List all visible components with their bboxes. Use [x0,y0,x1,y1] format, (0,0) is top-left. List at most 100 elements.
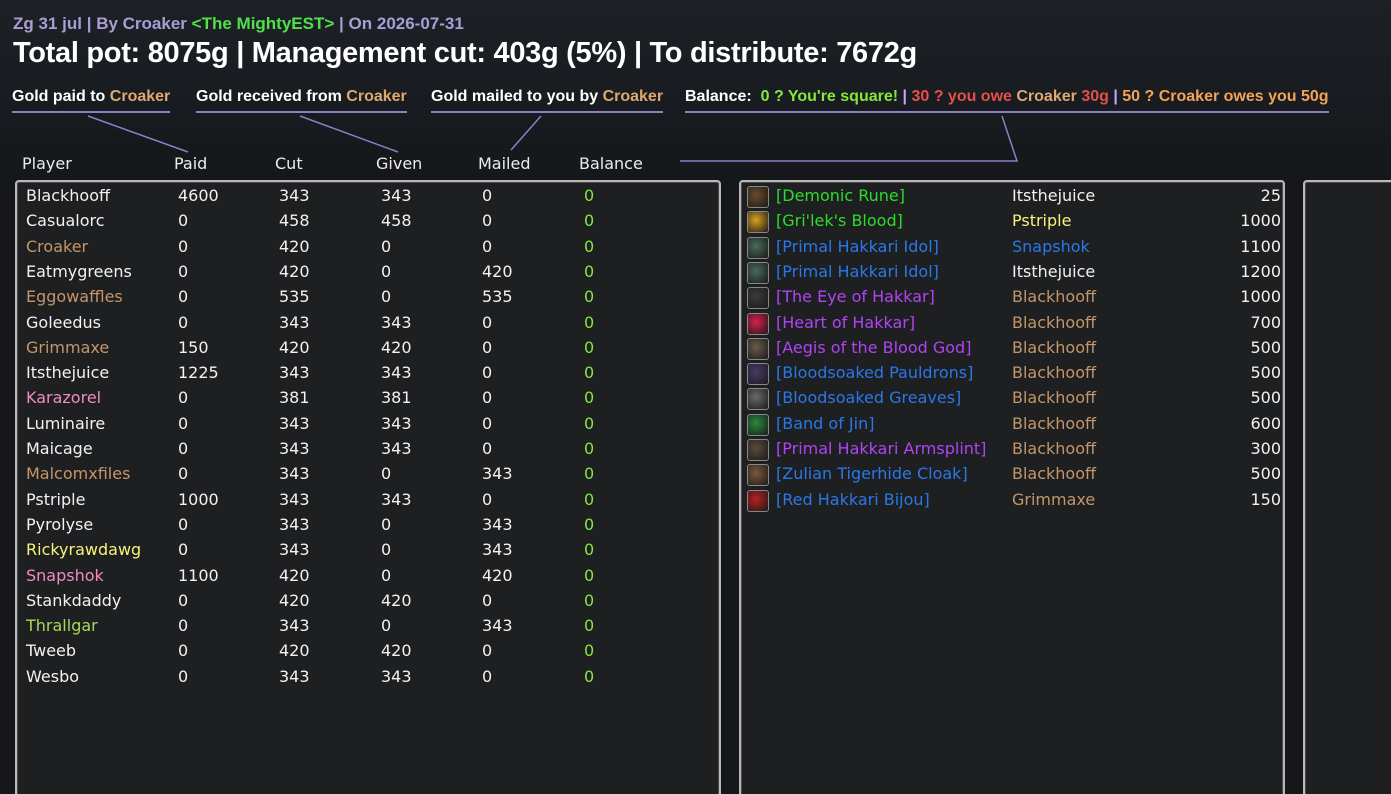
item-winner: Blackhooff [1012,363,1097,383]
player-mailed: 0 [482,439,493,458]
player-cut: 343 [279,666,310,686]
loot-row[interactable]: [Primal Hakkari Idol] Itsthejuice 1200 [741,259,1281,284]
player-mailed: 0 [482,211,493,231]
player-row[interactable]: Wesbo 0 343 343 0 0 [17,667,717,692]
player-row[interactable]: Itsthejuice 1225 343 343 0 0 [17,363,717,388]
item-link[interactable]: [The Eye of Hakkar] [776,287,935,306]
player-paid: 0 [178,540,189,560]
player-balance: 0 [584,489,595,509]
player-name: Snapshok [26,565,104,585]
player-row[interactable]: Pstriple 1000 343 343 0 0 [17,490,717,515]
player-name: Croaker [26,236,89,256]
player-given: 343 [381,186,412,205]
player-mailed: 0 [482,489,493,509]
player-row[interactable]: Casualorc 0 458 458 0 0 [17,211,717,236]
player-row[interactable]: Goleedus 0 343 343 0 0 [17,313,717,338]
player-row[interactable]: Eatmygreens 0 420 0 420 0 [17,262,717,287]
player-paid: 0 [178,312,189,332]
player-row[interactable]: Grimmaxe 150 420 420 0 0 [17,338,717,363]
player-name: Rickyrawdawg [26,540,142,560]
player-given: 343 [381,439,412,458]
player-row[interactable]: Rickyrawdawg 0 343 0 343 0 [17,540,717,565]
player-mailed: 420 [482,565,513,585]
player-row[interactable]: Luminaire 0 343 343 0 0 [17,414,717,439]
player-name: Wesbo [26,666,80,686]
player-mailed: 0 [482,363,493,383]
loot-panel[interactable]: [Demonic Rune] Itsthejuice 25 [Gri'lek's Bl… [739,180,1285,794]
player-name: Maicage [26,439,93,458]
loot-row[interactable]: [Primal Hakkari Armsplint] Blackhooff 300 [741,436,1281,461]
player-row[interactable]: Malcomxfiles 0 343 0 343 0 [17,464,717,489]
column-given: Given [376,154,423,173]
player-cut: 420 [279,261,310,281]
item-link[interactable]: [Gri'lek's Blood] [776,211,903,230]
item-link[interactable]: [Heart of Hakkar] [776,313,915,332]
item-link[interactable]: [Primal Hakkari Armsplint] [776,439,986,458]
bijou-icon [747,489,769,512]
player-row[interactable]: Eggowaffles 0 535 0 535 0 [17,287,717,312]
player-balance: 0 [584,464,595,484]
player-row[interactable]: Snapshok 1100 420 0 420 0 [17,566,717,591]
players-panel[interactable]: Blackhooff 4600 343 343 0 0 Casualorc 0 458 458 0 0… [15,180,721,794]
player-cut: 343 [279,514,310,534]
player-mailed: 0 [482,186,493,205]
guild-name: <The MightyEST> [191,14,335,33]
item-price: 500 [1250,388,1281,408]
player-row[interactable]: Maicage 0 343 343 0 0 [17,439,717,464]
player-row[interactable]: Blackhooff 4600 343 343 0 0 [17,186,717,211]
loot-row[interactable]: [Bloodsoaked Pauldrons] Blackhooff 500 [741,360,1281,386]
item-link[interactable]: [Red Hakkari Bijou] [776,490,930,509]
loot-row[interactable]: [Demonic Rune] Itsthejuice 25 [741,183,1281,208]
item-link[interactable]: [Aegis of the Blood God] [776,338,971,357]
column-cut: Cut [275,154,303,173]
player-cut: 420 [279,641,310,661]
item-link[interactable]: [Zulian Tigerhide Cloak] [776,464,968,483]
player-given: 0 [381,287,392,307]
loot-row[interactable]: [Primal Hakkari Idol] Snapshok 1100 [741,234,1281,259]
player-mailed: 0 [482,666,493,686]
loot-row[interactable]: [Red Hakkari Bijou] Grimmaxe 150 [741,487,1281,512]
armsplint-icon [747,439,769,461]
player-row[interactable]: Thrallgar 0 343 0 343 0 [17,616,717,641]
loot-row[interactable]: [Bloodsoaked Greaves] Blackhooff 500 [741,385,1281,411]
item-link[interactable]: [Band of Jin] [776,414,874,433]
loot-row[interactable]: [Heart of Hakkar] Blackhooff 700 [741,310,1281,335]
item-link[interactable]: [Demonic Rune] [776,186,905,205]
item-price: 500 [1250,363,1281,383]
player-row[interactable]: Karazorel 0 381 381 0 0 [17,388,717,413]
balance-owe: 30 ? you owe Croaker 30g [911,88,1109,105]
player-paid: 1100 [178,565,219,585]
player-paid: 1000 [178,489,219,509]
player-balance: 0 [584,261,595,281]
player-balance: 0 [584,363,595,383]
eye-icon [747,287,769,310]
loot-row[interactable]: [Gri'lek's Blood] Pstriple 1000 [741,208,1281,234]
player-paid: 0 [178,439,189,458]
player-cut: 343 [279,186,310,205]
item-link[interactable]: [Bloodsoaked Greaves] [776,388,961,407]
player-name: Stankdaddy [26,590,122,610]
loot-row[interactable]: [Band of Jin] Blackhooff 600 [741,411,1281,436]
player-row[interactable]: Croaker 0 420 0 0 0 [17,237,717,262]
cloak-icon [747,464,769,487]
item-link[interactable]: [Bloodsoaked Pauldrons] [776,363,973,382]
pauldrons-icon [747,363,769,386]
loot-row[interactable]: [Zulian Tigerhide Cloak] Blackhooff 500 [741,461,1281,487]
player-given: 458 [381,211,412,231]
player-row[interactable]: Stankdaddy 0 420 420 0 0 [17,591,717,616]
player-mailed: 0 [482,641,493,661]
pot-value: 8075g [147,37,229,69]
player-row[interactable]: Pyrolyse 0 343 0 343 0 [17,515,717,540]
item-winner: Blackhooff [1012,413,1097,433]
extra-panel[interactable] [1303,180,1391,794]
player-name: Karazorel [26,388,102,408]
player-row[interactable]: Tweeb 0 420 420 0 0 [17,641,717,666]
player-paid: 0 [178,590,189,610]
item-winner: Pstriple [1012,211,1072,231]
item-link[interactable]: [Primal Hakkari Idol] [776,237,939,256]
item-link[interactable]: [Primal Hakkari Idol] [776,262,939,281]
player-given: 420 [381,337,412,357]
player-given: 420 [381,590,412,610]
loot-row[interactable]: [The Eye of Hakkar] Blackhooff 1000 [741,284,1281,310]
loot-row[interactable]: [Aegis of the Blood God] Blackhooff 500 [741,335,1281,360]
